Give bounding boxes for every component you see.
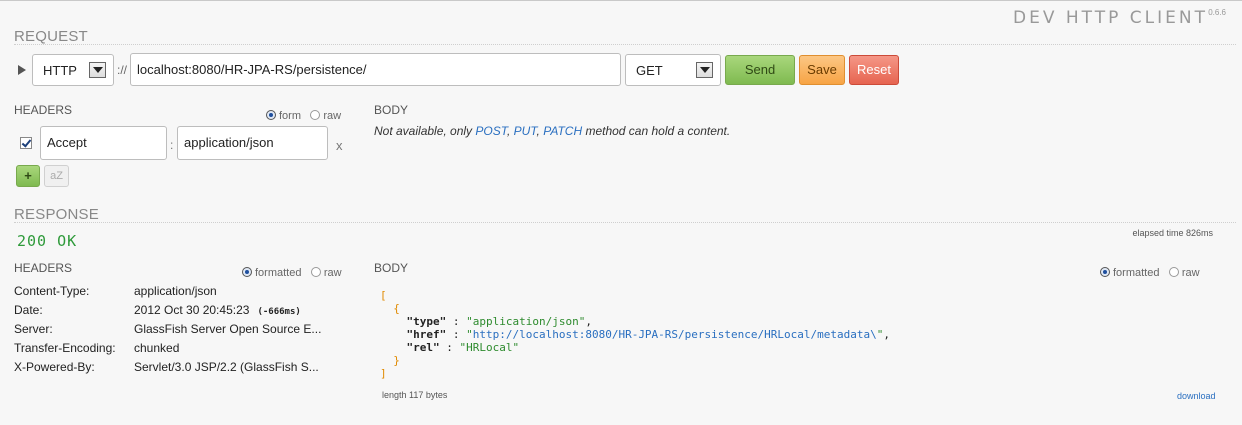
method-value: GET: [636, 63, 663, 78]
header-name-input[interactable]: Accept: [40, 126, 167, 160]
json-colon: :: [446, 328, 467, 341]
scheme-value: HTTP: [43, 63, 77, 78]
request-divider: [14, 44, 1236, 45]
header-value-extra: (-666ms): [257, 307, 301, 317]
form-radio-label: form: [279, 110, 301, 122]
response-headers-label: HEADERS: [14, 261, 73, 275]
scheme-separator: ://: [117, 63, 128, 77]
elapsed-time: elapsed time 826ms: [1132, 228, 1213, 238]
json-colon: :: [446, 315, 467, 328]
response-header-row: Content-Type: application/json: [0, 284, 360, 300]
header-name: Content-Type:: [14, 284, 90, 298]
formatted-radio[interactable]: [242, 267, 252, 277]
chevron-down-icon[interactable]: [89, 62, 106, 78]
formatted-radio-label: formatted: [255, 267, 302, 279]
json-comma: ,: [585, 315, 592, 328]
request-body-label: BODY: [374, 103, 409, 117]
response-section-title: RESPONSE: [14, 206, 99, 223]
sort-headers-button[interactable]: aZ: [44, 165, 69, 187]
header-value-wrap: 2012 Oct 30 20:45:23 (-666ms): [134, 303, 301, 317]
response-json: [ { "type" : "application/json", "href" …: [380, 289, 890, 380]
body-note-prefix: Not available, only: [374, 124, 476, 138]
form-radio[interactable]: [266, 110, 276, 120]
request-headers-mode: form raw: [266, 108, 341, 122]
app-title: DEV HTTP CLIENT: [1013, 8, 1208, 28]
send-button[interactable]: Send: [725, 55, 795, 85]
header-value: GlassFish Server Open Source E...: [134, 322, 322, 336]
request-headers-label: HEADERS: [14, 103, 73, 117]
json-key: "href": [406, 328, 447, 341]
body-note-comma: ,: [506, 124, 514, 138]
raw-radio[interactable]: [1168, 267, 1179, 277]
response-divider: [14, 222, 1236, 223]
response-headers-mode: formatted raw: [242, 265, 342, 279]
url-input[interactable]: localhost:8080/HR-JPA-RS/persistence/: [130, 53, 621, 86]
request-section-title: REQUEST: [14, 28, 88, 45]
header-name: Server:: [14, 322, 53, 336]
patch-link[interactable]: PATCH: [543, 124, 582, 138]
post-link[interactable]: POST: [475, 124, 507, 138]
method-select[interactable]: GET: [625, 54, 721, 86]
header-enabled-checkbox[interactable]: [20, 137, 32, 149]
header-value: 2012 Oct 30 20:45:23: [134, 303, 250, 317]
json-bracket[interactable]: [: [380, 289, 387, 302]
json-comma: ,: [883, 328, 890, 341]
top-border: [0, 0, 1242, 1]
header-name: X-Powered-By:: [14, 360, 95, 374]
remove-header-button[interactable]: x: [336, 138, 343, 153]
raw-radio[interactable]: [310, 110, 321, 120]
reset-button[interactable]: Reset: [849, 55, 899, 85]
download-link[interactable]: download: [1177, 391, 1216, 401]
response-header-row: Date: 2012 Oct 30 20:45:23 (-666ms): [0, 303, 360, 319]
header-value-input[interactable]: application/json: [177, 126, 328, 160]
response-length: length 117 bytes: [382, 390, 448, 400]
add-header-button[interactable]: +: [16, 165, 40, 187]
chevron-down-icon[interactable]: [696, 62, 713, 78]
put-link[interactable]: PUT: [514, 124, 537, 138]
response-body-label: BODY: [374, 261, 409, 275]
raw-radio-label: raw: [323, 267, 342, 279]
json-key: "rel": [406, 341, 440, 354]
json-quote: ": [466, 328, 473, 341]
scheme-select[interactable]: HTTP: [32, 54, 114, 86]
formatted-radio-label: formatted: [1113, 267, 1160, 279]
json-colon: :: [439, 341, 460, 354]
formatted-radio[interactable]: [1100, 267, 1110, 277]
body-note: Not available, only POST, PUT, PATCH met…: [374, 124, 730, 138]
response-header-row: Server: GlassFish Server Open Source E..…: [0, 322, 360, 338]
app-version: 0.6.6: [1208, 8, 1226, 17]
status-code: 200 OK: [17, 232, 78, 250]
play-icon[interactable]: [18, 65, 26, 75]
response-body-mode: formatted raw: [1100, 265, 1200, 279]
raw-radio-label: raw: [323, 110, 342, 122]
json-brace[interactable]: {: [393, 302, 400, 315]
json-bracket[interactable]: ]: [380, 367, 387, 380]
json-brace[interactable]: }: [393, 354, 400, 367]
header-value: Servlet/3.0 JSP/2.2 (GlassFish S...: [134, 360, 319, 374]
raw-radio-label: raw: [1181, 267, 1200, 279]
json-value: "HRLocal": [459, 341, 520, 354]
raw-radio[interactable]: [310, 267, 321, 277]
body-note-suffix: method can hold a content.: [582, 124, 731, 138]
header-colon: :: [170, 138, 174, 152]
header-name: Transfer-Encoding:: [14, 341, 116, 355]
header-name: Date:: [14, 303, 43, 317]
json-link[interactable]: http://localhost:8080/HR-JPA-RS/persiste…: [473, 328, 877, 341]
header-value: application/json: [134, 284, 217, 298]
json-key: "type": [406, 315, 447, 328]
response-header-row: Transfer-Encoding: chunked: [0, 341, 360, 357]
json-value: "application/json": [466, 315, 586, 328]
save-button[interactable]: Save: [799, 55, 845, 85]
response-header-row: X-Powered-By: Servlet/3.0 JSP/2.2 (Glass…: [0, 360, 360, 376]
header-value: chunked: [134, 341, 180, 355]
